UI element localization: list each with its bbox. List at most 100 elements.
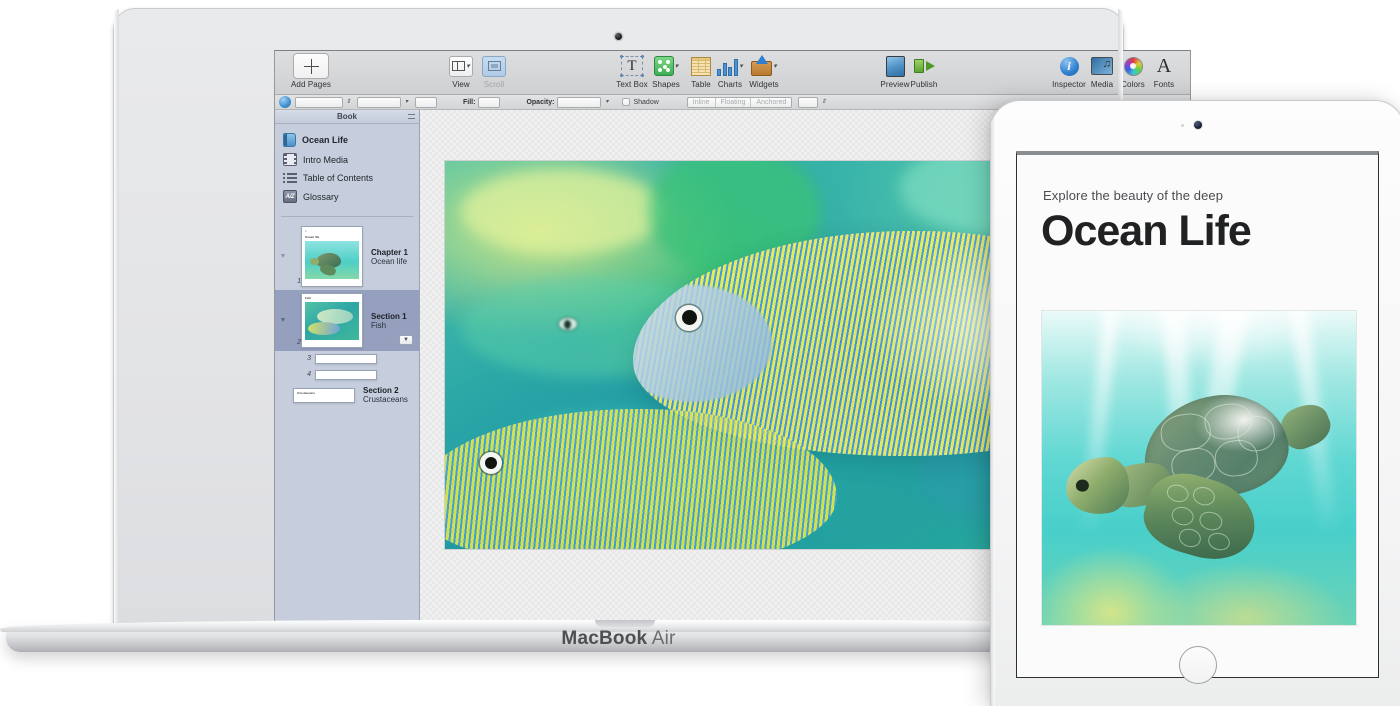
- film-icon: [283, 153, 297, 166]
- opacity-label: Opacity:: [526, 99, 554, 106]
- page-subtitle: Ocean life: [371, 257, 408, 266]
- page-row[interactable]: 3: [275, 351, 419, 367]
- sidebar-item-intro-media[interactable]: Intro Media: [275, 150, 419, 169]
- info-icon: i: [1060, 57, 1079, 76]
- stroke-style-select[interactable]: [357, 97, 401, 108]
- page-thumbnail-list: ▼ 1 1 Ocean life: [275, 217, 419, 624]
- page-title: Section 2: [363, 386, 408, 395]
- page-thumbnail[interactable]: Crustaceans: [293, 388, 355, 403]
- ipad-sensor-icon: [1181, 124, 1184, 127]
- toolbar-widgets[interactable]: ▾ Widgets: [741, 54, 787, 89]
- macbook-product-label: MacBook Air: [113, 628, 1124, 650]
- stroke-style-caret[interactable]: ▾: [401, 97, 412, 107]
- page-title: Section 1: [371, 312, 407, 321]
- page-row[interactable]: ▼ 1 1 Ocean life: [275, 223, 419, 290]
- page-row-selected[interactable]: ▼ 2 Fish: [275, 290, 419, 351]
- thumbnail-title: Ocean life: [302, 233, 362, 239]
- color-wheel-icon: [1124, 57, 1143, 76]
- view-panel-icon: ▾: [449, 56, 473, 77]
- sidebar-item-label: Ocean Life: [302, 135, 348, 145]
- fish-lower: [444, 409, 837, 550]
- scroll-icon: [482, 56, 506, 77]
- shapes-icon: [654, 56, 674, 76]
- sidebar-item-label: Glossary: [303, 192, 339, 202]
- macbook-lid-notch: [595, 620, 655, 627]
- ipad-page-title: Ocean Life: [1041, 207, 1378, 256]
- plus-icon: [293, 53, 329, 79]
- placement-segmented-control[interactable]: Inline Floating Anchored: [687, 97, 793, 108]
- macbook-camera-icon: [615, 33, 622, 40]
- ipad-device: Explore the beauty of the deep Ocean Lif…: [990, 100, 1400, 706]
- disclosure-triangle-icon[interactable]: ▼: [275, 253, 291, 260]
- opacity-caret[interactable]: ▾: [601, 97, 612, 107]
- page-label: Section 2 Crustaceans: [363, 386, 408, 404]
- thumbnail-title: Fish: [302, 294, 362, 300]
- page-label: Chapter 1 Ocean life: [371, 248, 408, 266]
- turtle-head: [1063, 455, 1132, 517]
- toolbar-publish[interactable]: Publish: [901, 54, 947, 89]
- placement-inline[interactable]: Inline: [688, 98, 716, 107]
- toolbar-media[interactable]: ♫ Media: [1079, 54, 1125, 89]
- wrap-stepper[interactable]: ⇕: [818, 97, 829, 107]
- page-thumbnail[interactable]: Fish: [301, 293, 363, 348]
- fish-eye: [676, 305, 702, 331]
- page-thumbnail[interactable]: 1 Ocean life: [301, 226, 363, 287]
- sidebar-item-table-of-contents[interactable]: Table of Contents: [275, 169, 419, 187]
- product-model: Air: [652, 628, 676, 649]
- page-subtitle: Fish: [371, 321, 407, 330]
- stroke-style-icon[interactable]: [279, 96, 291, 108]
- ipad-home-button[interactable]: [1179, 646, 1217, 684]
- list-icon: [283, 172, 297, 184]
- page-thumbnail[interactable]: [315, 370, 377, 380]
- disclosure-triangle-icon[interactable]: ▼: [275, 317, 291, 324]
- sidebar-header: Book: [275, 110, 419, 124]
- sidebar-nav-list: Ocean Life Intro Media T: [275, 124, 419, 212]
- placement-anchored[interactable]: Anchored: [751, 98, 791, 107]
- page-number: 4: [301, 371, 311, 380]
- shadow-checkbox[interactable]: [622, 98, 630, 106]
- stroke-stepper[interactable]: ⇕: [343, 97, 354, 107]
- ipad-photo-turtle: [1041, 310, 1357, 626]
- ipad-page-kicker: Explore the beauty of the deep: [1043, 188, 1378, 203]
- turtle: [1061, 393, 1325, 556]
- product-brand: MacBook: [561, 628, 647, 649]
- turtle-photo: [1042, 311, 1356, 625]
- toolbar-fonts[interactable]: A Fonts: [1141, 54, 1187, 89]
- page-number: 3: [301, 355, 311, 364]
- page-options-button[interactable]: ▼: [399, 335, 413, 345]
- sidebar-grip-icon[interactable]: [408, 114, 415, 119]
- sidebar-header-label: Book: [337, 112, 357, 121]
- placement-floating[interactable]: Floating: [716, 98, 752, 107]
- book-sidebar: Book Ocean Life Intro Media: [275, 110, 420, 624]
- text-box-icon: T: [621, 56, 643, 76]
- macbook-lid: Add Pages ▾ View Scroll T Text Box: [113, 8, 1124, 628]
- opacity-field[interactable]: [557, 97, 601, 108]
- fonts-icon: A: [1157, 56, 1171, 76]
- publish-icon: [914, 56, 935, 76]
- screenshot-stage: Add Pages ▾ View Scroll T Text Box: [0, 0, 1400, 706]
- page-title: Chapter 1: [371, 248, 408, 257]
- page-label: Section 1 Fish: [371, 312, 407, 330]
- sidebar-item-glossary[interactable]: A/Z Glossary: [275, 187, 419, 206]
- sidebar-item-label: Table of Contents: [303, 173, 373, 183]
- page-row[interactable]: Crustaceans Section 2 Crustaceans: [275, 383, 419, 407]
- glossary-icon: A/Z: [283, 190, 297, 203]
- toolbar-scroll[interactable]: Scroll: [471, 54, 517, 89]
- widgets-icon: [751, 56, 772, 76]
- stroke-width-field[interactable]: [295, 97, 343, 108]
- book-icon: [283, 133, 296, 147]
- page-thumbnail[interactable]: [315, 354, 377, 364]
- shadow-label: Shadow: [633, 99, 658, 106]
- ipad-screen[interactable]: Explore the beauty of the deep Ocean Lif…: [1016, 151, 1379, 678]
- toolbar-add-pages[interactable]: Add Pages: [281, 54, 341, 89]
- wrap-select[interactable]: [798, 97, 818, 108]
- page-number: 1: [291, 278, 301, 287]
- page-row[interactable]: 4: [275, 367, 419, 383]
- fill-color-well[interactable]: [478, 97, 500, 108]
- turtle-eye: [1076, 479, 1090, 492]
- charts-icon: [717, 57, 738, 76]
- page-number: 2: [291, 339, 301, 348]
- sidebar-item-ocean-life[interactable]: Ocean Life: [275, 130, 419, 150]
- ipad-camera-icon: [1194, 121, 1202, 129]
- stroke-color-well[interactable]: [415, 97, 437, 108]
